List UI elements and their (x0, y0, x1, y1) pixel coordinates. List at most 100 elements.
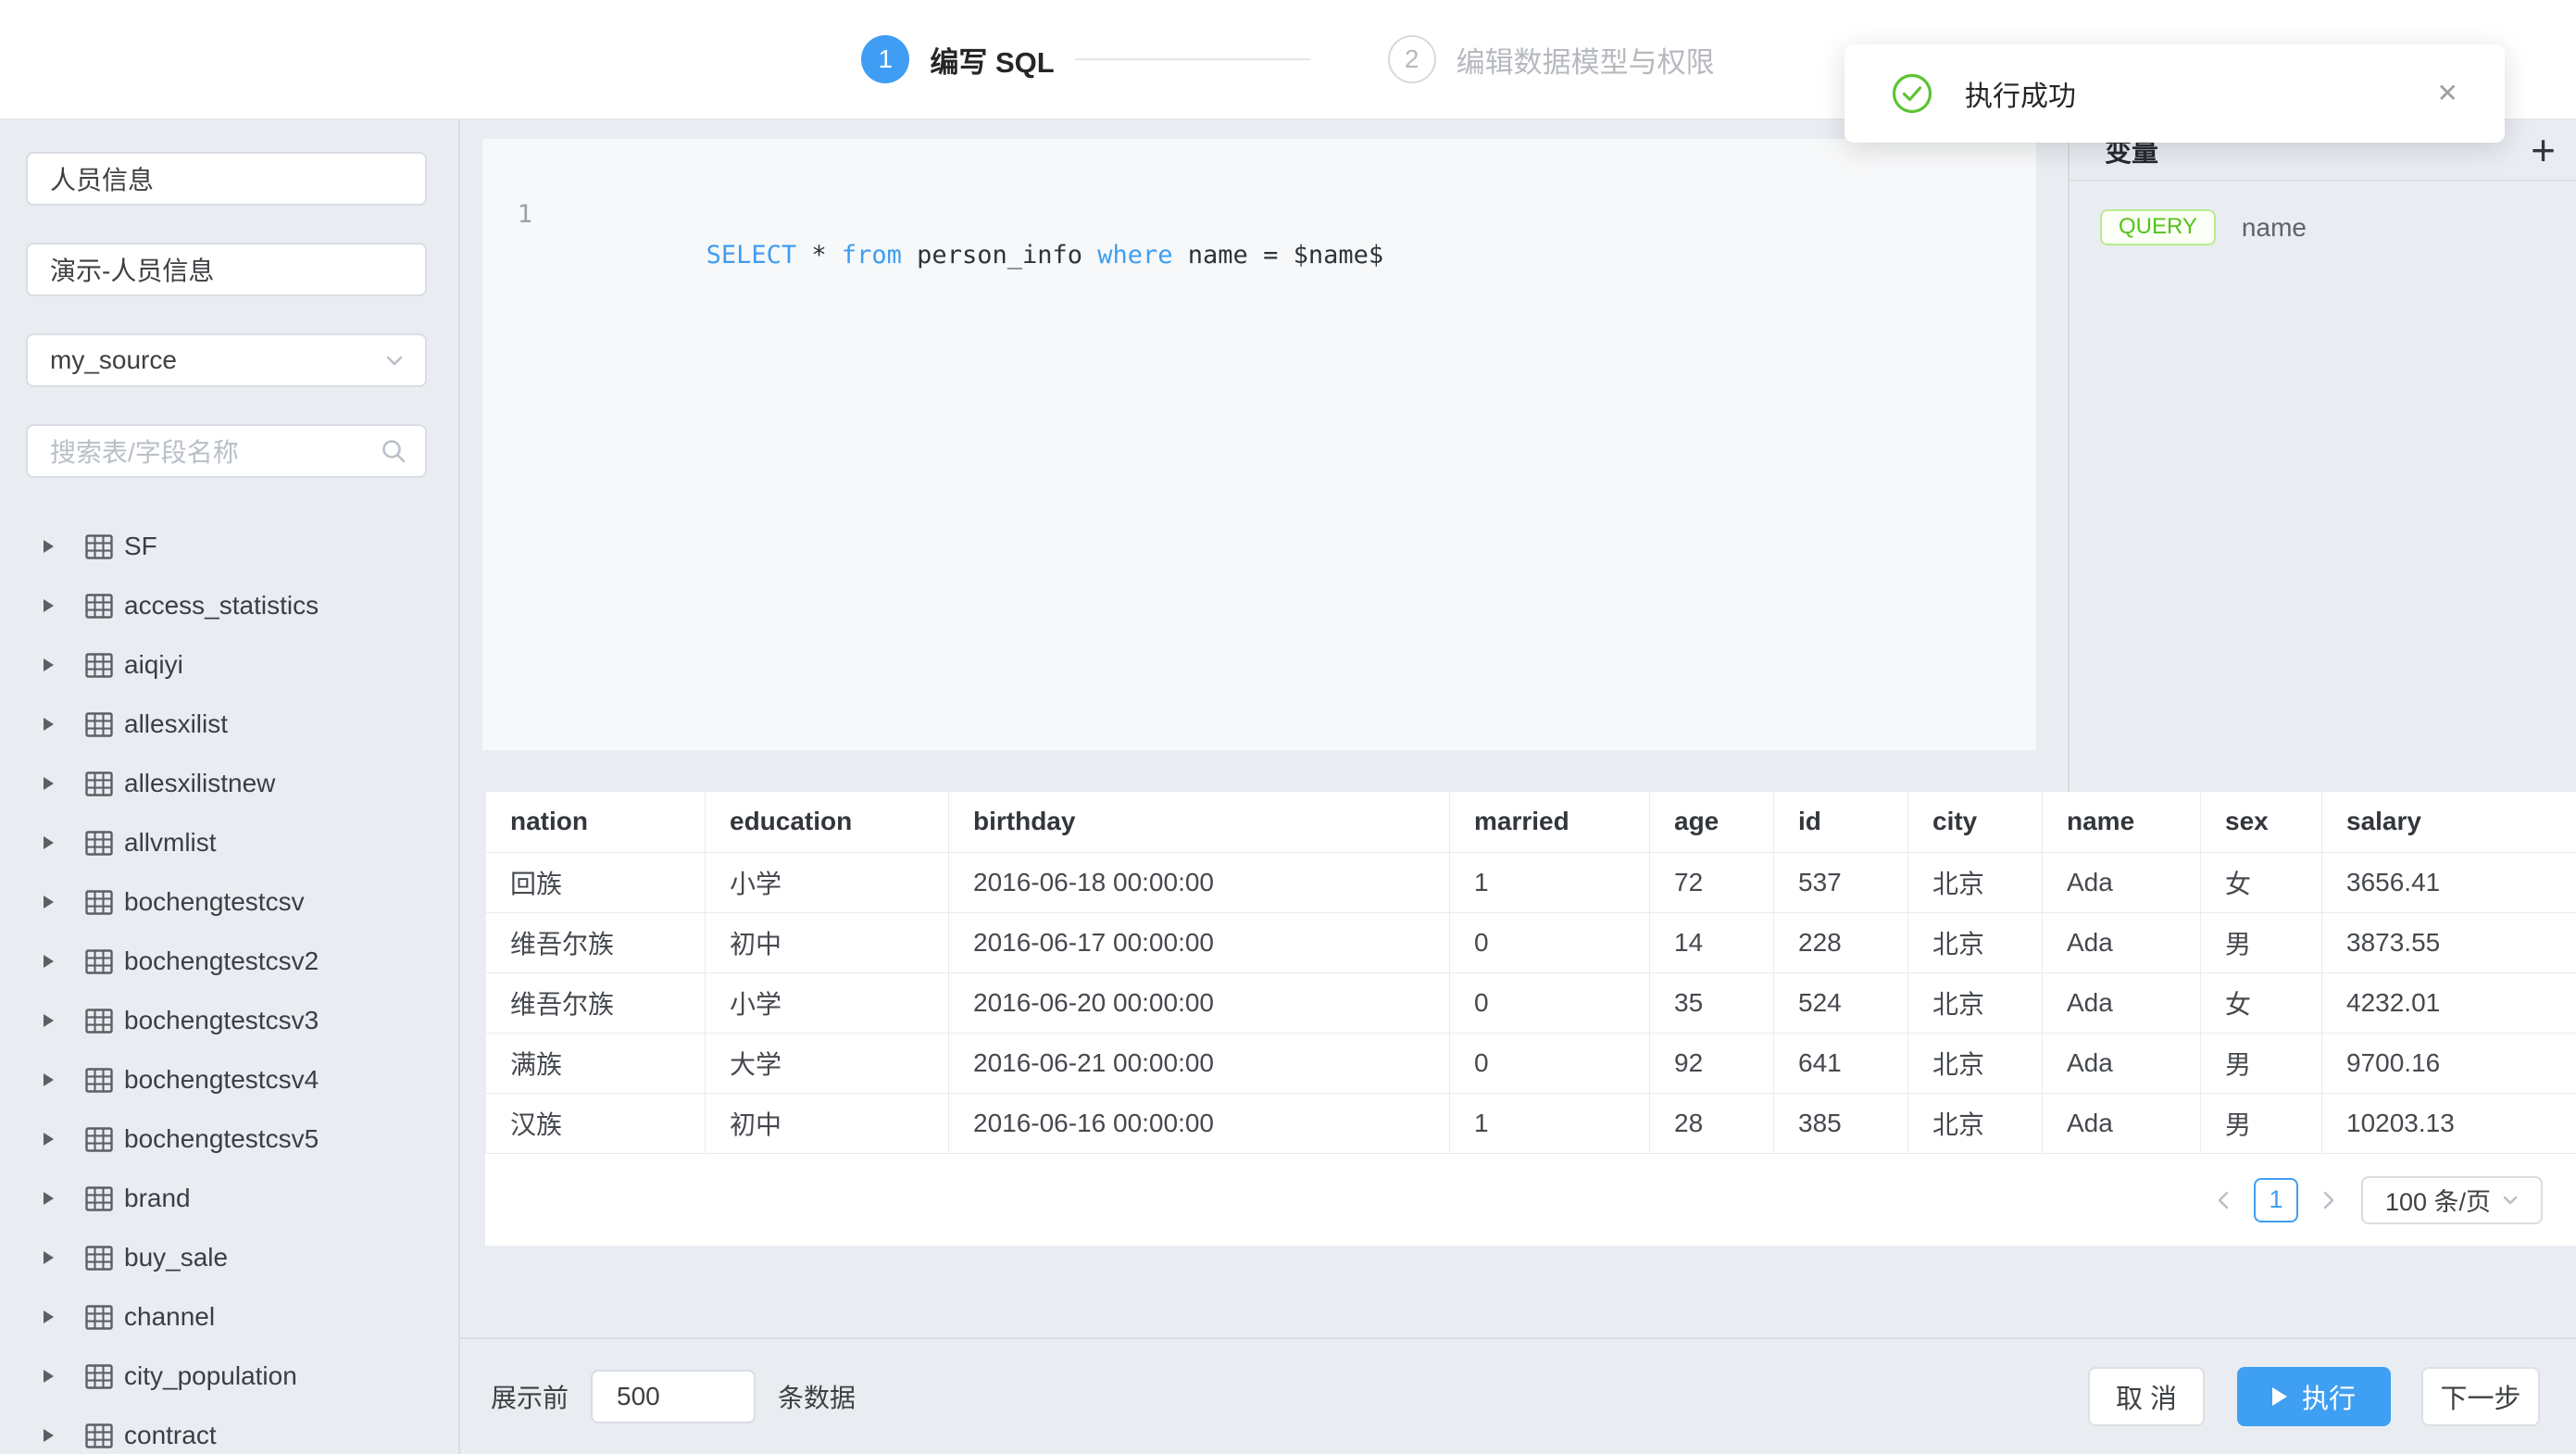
table-cell: 小学 (706, 852, 949, 912)
table-cell: 女 (2201, 972, 2322, 1033)
caret-right-icon[interactable] (44, 1133, 54, 1146)
table-row[interactable]: 维吾尔族小学2016-06-20 00:00:00035524北京Ada女423… (486, 972, 2576, 1033)
caret-right-icon[interactable] (44, 599, 54, 612)
table-tree-item[interactable]: aiqiyi (26, 635, 427, 695)
results-panel: nationeducationbirthdaymarriedageidcityn… (485, 792, 2576, 1246)
table-tree-item[interactable]: buy_sale (26, 1228, 427, 1287)
dataset-alias-input[interactable]: 演示-人员信息 (26, 243, 427, 296)
table-tree-item[interactable]: SF (26, 517, 427, 576)
column-header[interactable]: sex (2201, 792, 2322, 852)
table-search-input[interactable]: 搜索表/字段名称 (26, 424, 427, 478)
column-header[interactable]: name (2043, 792, 2201, 852)
pagination: 1 100 条/页 (485, 1154, 2576, 1247)
caret-right-icon[interactable] (44, 1192, 54, 1205)
table-tree-item[interactable]: access_statistics (26, 576, 427, 635)
caret-right-icon[interactable] (44, 1251, 54, 1264)
caret-right-icon[interactable] (44, 540, 54, 553)
table-cell: 北京 (1908, 1033, 2043, 1093)
table-tree-item[interactable]: contract (26, 1406, 427, 1454)
cancel-button[interactable]: 取 消 (2088, 1367, 2205, 1426)
next-step-button[interactable]: 下一步 (2421, 1367, 2540, 1426)
table-row[interactable]: 满族大学2016-06-21 00:00:00092641北京Ada男9700.… (486, 1033, 2576, 1093)
table-cell: 满族 (486, 1033, 706, 1093)
toast-message: 执行成功 (1965, 73, 2076, 114)
column-header[interactable]: married (1450, 792, 1650, 852)
table-cell: Ada (2043, 912, 2201, 972)
table-tree-item[interactable]: bochengtestcsv5 (26, 1109, 427, 1169)
next-page-button[interactable] (2307, 1189, 2348, 1211)
table-cell: 2016-06-16 00:00:00 (949, 1093, 1450, 1153)
table-name-label: access_statistics (124, 591, 319, 620)
prev-page-button[interactable] (2204, 1189, 2245, 1211)
content-area: 人员信息 演示-人员信息 my_source 搜索表/字段名称 (0, 120, 2576, 1454)
table-tree-item[interactable]: bochengtestcsv2 (26, 932, 427, 991)
table-name-label: allesxilist (124, 709, 228, 739)
table-cell: 385 (1774, 1093, 1908, 1153)
datasource-select[interactable]: my_source (26, 333, 427, 387)
caret-right-icon[interactable] (44, 1073, 54, 1086)
table-grid-icon (85, 771, 113, 796)
sidebar: 人员信息 演示-人员信息 my_source 搜索表/字段名称 (0, 120, 460, 1454)
table-cell: 北京 (1908, 852, 2043, 912)
caret-right-icon[interactable] (44, 1310, 54, 1323)
variable-row[interactable]: QUERY name (2100, 209, 2576, 245)
caret-right-icon[interactable] (44, 896, 54, 909)
step-1-write-sql[interactable]: 1 编写 SQL (861, 35, 1054, 83)
current-page-button[interactable]: 1 (2254, 1178, 2298, 1222)
column-header[interactable]: education (706, 792, 949, 852)
table-cell: 1 (1450, 1093, 1650, 1153)
stepper: 1 编写 SQL 2 编辑数据模型与权限 (861, 35, 1714, 83)
table-grid-icon (85, 1423, 113, 1448)
column-header[interactable]: id (1774, 792, 1908, 852)
close-icon[interactable]: ✕ (2437, 81, 2458, 107)
table-tree-item[interactable]: allesxilist (26, 695, 427, 754)
column-header[interactable]: salary (2322, 792, 2576, 852)
table-row[interactable]: 回族小学2016-06-18 00:00:00172537北京Ada女3656.… (486, 852, 2576, 912)
table-row[interactable]: 维吾尔族初中2016-06-17 00:00:00014228北京Ada男387… (486, 912, 2576, 972)
page-size-select[interactable]: 100 条/页 (2361, 1176, 2543, 1224)
variable-type-tag: QUERY (2100, 209, 2216, 245)
dataset-name-input[interactable]: 人员信息 (26, 152, 427, 206)
column-header[interactable]: city (1908, 792, 2043, 852)
table-name-label: bochengtestcsv4 (124, 1065, 319, 1095)
caret-right-icon[interactable] (44, 1014, 54, 1027)
caret-right-icon[interactable] (44, 658, 54, 671)
sql-editor[interactable]: 1 SELECT * from person_info where name =… (482, 139, 2036, 750)
table-cell: 男 (2201, 912, 2322, 972)
caret-right-icon[interactable] (44, 1370, 54, 1383)
table-tree-item[interactable]: channel (26, 1287, 427, 1347)
table-name-label: bochengtestcsv (124, 887, 305, 917)
table-name-label: aiqiyi (124, 650, 183, 680)
caret-right-icon[interactable] (44, 1429, 54, 1442)
table-name-label: bochengtestcsv3 (124, 1006, 319, 1035)
table-cell: Ada (2043, 852, 2201, 912)
step-2-badge: 2 (1388, 35, 1436, 83)
table-row[interactable]: 汉族初中2016-06-16 00:00:00128385北京Ada男10203… (486, 1093, 2576, 1153)
step-2-edit-model[interactable]: 2 编辑数据模型与权限 (1388, 35, 1715, 83)
play-icon (2272, 1387, 2287, 1406)
table-name-label: channel (124, 1302, 215, 1332)
table-name-label: bochengtestcsv2 (124, 946, 319, 976)
table-tree-item[interactable]: bochengtestcsv (26, 872, 427, 932)
column-header[interactable]: birthday (949, 792, 1450, 852)
table-tree-item[interactable]: city_population (26, 1347, 427, 1406)
table-grid-icon (85, 1246, 113, 1271)
column-header[interactable]: nation (486, 792, 706, 852)
table-tree-item[interactable]: allvmlist (26, 813, 427, 872)
caret-right-icon[interactable] (44, 836, 54, 849)
table-tree-item[interactable]: allesxilistnew (26, 754, 427, 813)
caret-right-icon[interactable] (44, 955, 54, 968)
add-variable-button[interactable]: + (2531, 129, 2556, 171)
table-tree-item[interactable]: bochengtestcsv4 (26, 1050, 427, 1109)
run-button[interactable]: 执行 (2237, 1367, 2391, 1426)
caret-right-icon[interactable] (44, 718, 54, 731)
caret-right-icon[interactable] (44, 777, 54, 790)
table-cell: 2016-06-17 00:00:00 (949, 912, 1450, 972)
column-header[interactable]: age (1650, 792, 1774, 852)
table-tree-item[interactable]: bochengtestcsv3 (26, 991, 427, 1050)
table-cell: 2016-06-18 00:00:00 (949, 852, 1450, 912)
row-limit-input[interactable]: 500 (591, 1370, 756, 1423)
sql-code-line: 1 SELECT * from person_info where name =… (510, 154, 2036, 276)
limit-prefix-label: 展示前 (491, 1378, 569, 1415)
table-tree-item[interactable]: brand (26, 1169, 427, 1228)
